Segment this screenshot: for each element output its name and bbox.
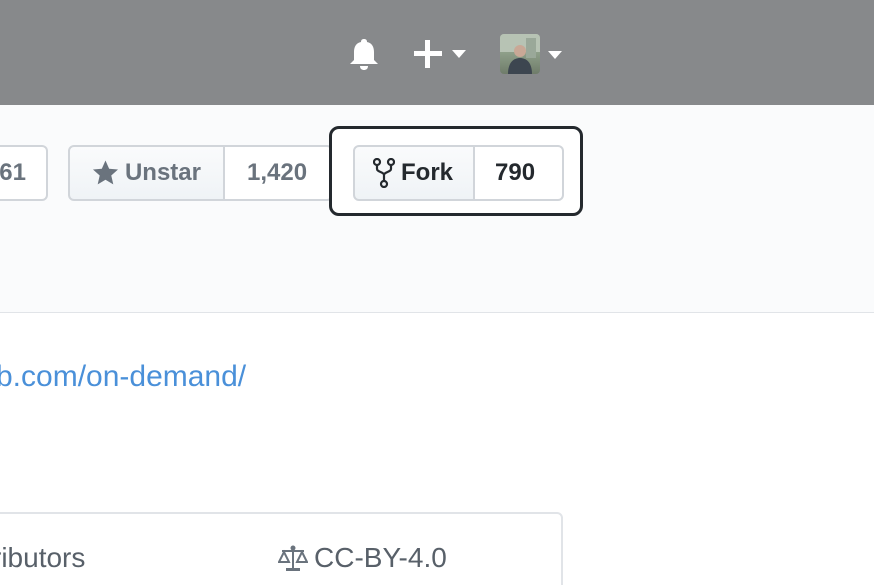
unstar-button[interactable]: Unstar xyxy=(68,145,225,201)
create-new-button[interactable] xyxy=(412,36,472,72)
bell-icon xyxy=(350,39,378,70)
star-count-value: 1,420 xyxy=(247,159,308,186)
contributors-label: ributors xyxy=(0,542,86,573)
avatar-image xyxy=(500,34,540,74)
avatar xyxy=(500,34,540,74)
fork-count-value: 790 xyxy=(495,159,536,186)
fork-label: Fork xyxy=(401,159,454,186)
notifications-button[interactable] xyxy=(348,37,380,71)
fork-count[interactable]: 790 xyxy=(475,145,564,201)
watch-button-group: 61 xyxy=(0,145,48,201)
contributors-link[interactable]: ributors xyxy=(0,542,85,574)
watch-count[interactable]: 61 xyxy=(0,145,48,201)
law-icon xyxy=(278,545,308,571)
repo-summary-bar: ributors CC-BY-4.0 xyxy=(0,512,563,585)
license-label: CC-BY-4.0 xyxy=(314,542,447,573)
plus-icon xyxy=(414,40,442,68)
repo-homepage-link[interactable]: b.com/on-demand/ xyxy=(0,360,246,394)
global-header xyxy=(0,0,874,105)
page: 61 Unstar 1,420 Fork 790 b.com/on-demand… xyxy=(0,0,874,585)
chevron-down-icon xyxy=(548,51,562,59)
star-button-group: Unstar 1,420 xyxy=(68,145,333,201)
star-count[interactable]: 1,420 xyxy=(225,145,333,201)
watch-count-value: 61 xyxy=(0,159,26,186)
repo-forked-icon xyxy=(373,158,395,188)
unstar-label: Unstar xyxy=(124,159,201,186)
fork-button-group: Fork 790 xyxy=(353,145,564,201)
user-menu-button[interactable] xyxy=(498,33,568,75)
fork-button[interactable]: Fork xyxy=(353,145,475,201)
chevron-down-icon xyxy=(452,50,466,58)
star-icon xyxy=(92,160,119,185)
license-link[interactable]: CC-BY-4.0 xyxy=(278,542,447,574)
